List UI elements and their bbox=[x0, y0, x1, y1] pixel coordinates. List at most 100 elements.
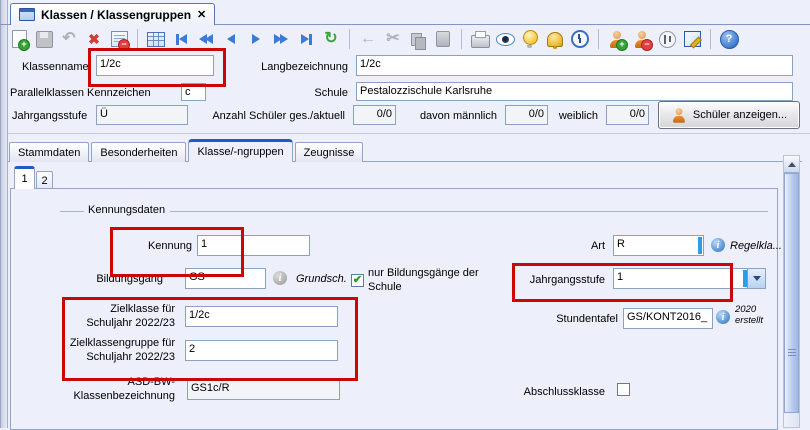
table-view-icon[interactable] bbox=[145, 28, 167, 50]
bildungsgang-note: Grundsch. bbox=[296, 273, 347, 285]
undo-icon[interactable]: ↶ bbox=[58, 28, 80, 50]
remove-person-icon[interactable]: − bbox=[631, 28, 653, 50]
legend-line bbox=[170, 211, 768, 212]
nav-first-icon[interactable] bbox=[170, 28, 192, 50]
schule-label: Schule bbox=[250, 87, 348, 99]
plus-badge-icon: + bbox=[18, 39, 30, 51]
kennungsdaten-legend: Kennungsdaten bbox=[88, 204, 165, 216]
art-input[interactable]: R bbox=[613, 235, 704, 256]
people-icon bbox=[672, 108, 686, 122]
anzahl-schueler-label: Anzahl Schüler ges./aktuell bbox=[203, 110, 345, 122]
vertical-scrollbar[interactable] bbox=[783, 155, 800, 428]
asd-bw-input: GS1c/R bbox=[187, 379, 340, 400]
help-icon[interactable]: ? bbox=[718, 28, 740, 50]
abschlussklasse-label: Abschlussklasse bbox=[513, 386, 605, 398]
chevron-down-icon[interactable] bbox=[747, 269, 765, 288]
info-icon[interactable]: i bbox=[711, 238, 725, 252]
window-grid-icon bbox=[19, 8, 35, 21]
toolbar-separator bbox=[137, 29, 138, 49]
stundentafel-label: Stundentafel bbox=[530, 313, 618, 325]
nav-back-icon[interactable] bbox=[220, 28, 242, 50]
scrollbar-thumb[interactable] bbox=[784, 173, 799, 413]
toolbar-separator bbox=[598, 29, 599, 49]
jahrgangsstufe-input[interactable]: Ü bbox=[96, 105, 188, 125]
zielklasse-label: Zielklasse für Schuljahr 2022/23 bbox=[62, 302, 175, 331]
toolbar-separator bbox=[461, 29, 462, 49]
minus-badge-icon: − bbox=[118, 39, 130, 51]
close-icon[interactable]: ✕ bbox=[197, 8, 206, 21]
new-record-icon[interactable]: + bbox=[8, 28, 30, 50]
bell-icon[interactable] bbox=[544, 28, 566, 50]
toolbar-separator bbox=[349, 29, 350, 49]
davon-maennlich-value: 0/0 bbox=[505, 105, 548, 125]
abschlussklasse-checkbox[interactable] bbox=[617, 383, 630, 396]
header-divider bbox=[8, 133, 810, 134]
delete-icon[interactable]: ✖ bbox=[83, 28, 105, 50]
toolbar: + ↶ ✖ − ↻ ← ✂ + − ? bbox=[8, 27, 740, 51]
bildungsgang-label: Bildungsgang bbox=[78, 273, 163, 285]
nur-bildungsgaenge-label: nur Bildungsgänge der Schule bbox=[368, 266, 482, 295]
scrollbar-up-icon[interactable] bbox=[784, 156, 799, 173]
paste-icon[interactable] bbox=[432, 28, 454, 50]
zielklassengruppe-input[interactable]: 2 bbox=[185, 340, 338, 361]
davon-maennlich-label: davon männlich bbox=[403, 110, 497, 122]
main-tabs: Stammdaten Besonderheiten Klasse/-ngrupp… bbox=[9, 139, 363, 162]
info-icon[interactable]: i bbox=[273, 271, 287, 285]
jahrgangsstufe-combobox[interactable]: 1 bbox=[613, 268, 766, 289]
tab-zeugnisse[interactable]: Zeugnisse bbox=[295, 142, 364, 162]
form-remove-icon[interactable]: − bbox=[108, 28, 130, 50]
nav-fast-back-icon[interactable] bbox=[195, 28, 217, 50]
klassenname-label: Klassenname bbox=[22, 61, 89, 73]
art-note: Regelkla... bbox=[730, 240, 782, 252]
view-eye-icon[interactable] bbox=[494, 28, 516, 50]
info-icon[interactable]: i bbox=[716, 310, 730, 324]
hint-lightbulb-icon[interactable] bbox=[519, 28, 541, 50]
asd-bw-label: ASD-BW-Klassenbezeichnung bbox=[62, 375, 175, 404]
nur-bildungsgaenge-checkbox[interactable]: ✔ bbox=[351, 274, 364, 287]
nav-fast-forward-icon[interactable] bbox=[270, 28, 292, 50]
subtab-2[interactable]: 2 bbox=[36, 171, 53, 189]
parallelklassen-label: Parallelklassen Kennzeichen bbox=[10, 87, 151, 99]
alarm-clock-icon[interactable] bbox=[569, 28, 591, 50]
langbezeichnung-input[interactable]: 1/2c bbox=[356, 55, 793, 76]
cut-icon[interactable]: ✂ bbox=[382, 28, 404, 50]
document-tab-title: Klassen / Klassengruppen bbox=[41, 8, 191, 22]
document-tab-klassen[interactable]: Klassen / Klassengruppen ✕ bbox=[10, 3, 215, 25]
nav-forward-icon[interactable] bbox=[245, 28, 267, 50]
parallelklassen-input[interactable]: c bbox=[181, 83, 206, 101]
save-icon[interactable] bbox=[33, 28, 55, 50]
add-person-icon[interactable]: + bbox=[606, 28, 628, 50]
tab-klasse-ngruppen[interactable]: Klasse/-ngruppen bbox=[188, 139, 292, 162]
anzahl-schueler-value: 0/0 bbox=[353, 105, 396, 125]
klassenname-input[interactable]: 1/2c bbox=[96, 55, 214, 76]
zielklassengruppe-label: Zielklassengruppe für Schuljahr 2022/23 bbox=[62, 336, 175, 365]
filter-settings-icon[interactable] bbox=[656, 28, 678, 50]
kennung-label: Kennung bbox=[120, 240, 192, 252]
jahrgangsstufe-kenn-label: Jahrgangsstufe bbox=[518, 274, 605, 286]
stundentafel-input[interactable]: GS/KONT2016_ bbox=[623, 308, 713, 329]
schule-input[interactable]: Pestalozzischule Karlsruhe bbox=[356, 82, 793, 101]
copy-icon[interactable] bbox=[407, 28, 429, 50]
nav-last-icon[interactable] bbox=[295, 28, 317, 50]
scrollbar-grip bbox=[788, 349, 796, 358]
toolbar-separator bbox=[710, 29, 711, 49]
bildungsgang-input[interactable]: GS bbox=[185, 268, 266, 289]
window-splitter[interactable] bbox=[0, 0, 8, 428]
tab-stammdaten[interactable]: Stammdaten bbox=[9, 142, 89, 162]
edit-form-icon[interactable] bbox=[681, 28, 703, 50]
zielklasse-input[interactable]: 1/2c bbox=[185, 306, 338, 327]
subtab-1[interactable]: 1 bbox=[14, 166, 35, 189]
legend-line bbox=[60, 211, 84, 212]
tab-besonderheiten[interactable]: Besonderheiten bbox=[91, 142, 186, 162]
print-icon[interactable] bbox=[469, 28, 491, 50]
weiblich-value: 0/0 bbox=[606, 105, 649, 125]
stundentafel-note: 2020 erstellt bbox=[735, 305, 781, 327]
field-marker bbox=[698, 237, 702, 254]
back-arrow-icon[interactable]: ← bbox=[357, 28, 379, 50]
langbezeichnung-label: Langbezeichnung bbox=[250, 61, 348, 73]
refresh-icon[interactable]: ↻ bbox=[320, 28, 342, 50]
art-label: Art bbox=[545, 240, 605, 252]
weiblich-label: weiblich bbox=[550, 110, 598, 122]
schueler-anzeigen-button[interactable]: Schüler anzeigen... bbox=[658, 101, 800, 129]
kennung-input[interactable]: 1 bbox=[197, 235, 310, 256]
